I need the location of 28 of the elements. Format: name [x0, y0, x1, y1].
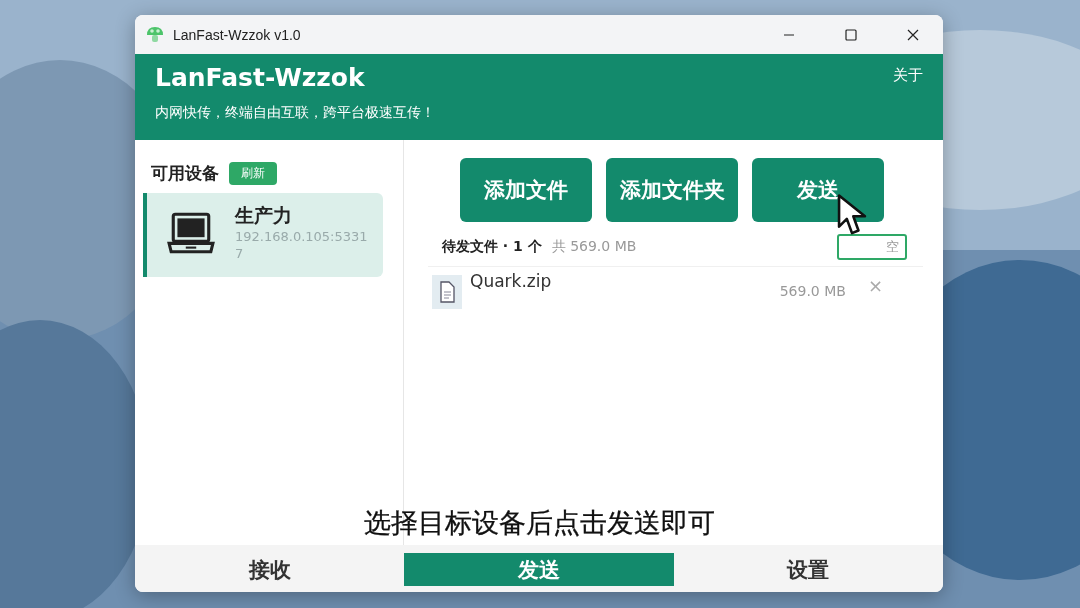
device-item[interactable]: 生产力 192.168.0.105:53317: [143, 193, 383, 277]
clear-button[interactable]: 空: [837, 234, 907, 260]
tagline: 内网快传，终端自由互联，跨平台极速互传！: [155, 104, 436, 122]
refresh-button[interactable]: 刷新: [229, 162, 277, 185]
section-title: 可用设备: [151, 162, 219, 185]
file-size: 569.0 MB: [779, 283, 846, 299]
about-link[interactable]: 关于: [893, 66, 923, 85]
remove-button[interactable]: ×: [867, 275, 883, 296]
action-button[interactable]: 发送: [752, 158, 884, 222]
mushroom-icon: [145, 24, 165, 45]
action-button[interactable]: 添加文件夹: [606, 158, 738, 222]
device-address: 192.168.0.105:53317: [235, 229, 369, 263]
app-name: LanFast-Wzzok: [155, 63, 365, 92]
device-name: 生产力: [235, 203, 293, 228]
video-caption: 选择目标设备后点击发送即可: [363, 506, 715, 540]
pointer-cursor-icon: [836, 193, 868, 237]
nav-tab[interactable]: 发送: [404, 553, 674, 586]
window-title: LanFast-Wzzok v1.0: [173, 26, 301, 43]
maximize-icon[interactable]: [845, 28, 857, 41]
file-name: Quark.zip: [470, 271, 552, 291]
file-icon: [432, 275, 462, 309]
total-size: 共 569.0 MB: [551, 238, 637, 256]
action-button[interactable]: 添加文件: [460, 158, 592, 222]
nav-tab[interactable]: 接收: [135, 553, 405, 586]
nav-tab[interactable]: 设置: [673, 553, 943, 586]
laptop-icon: [167, 211, 215, 254]
close-icon[interactable]: [907, 28, 919, 41]
pending-label: 待发文件 · 1 个: [442, 238, 542, 256]
